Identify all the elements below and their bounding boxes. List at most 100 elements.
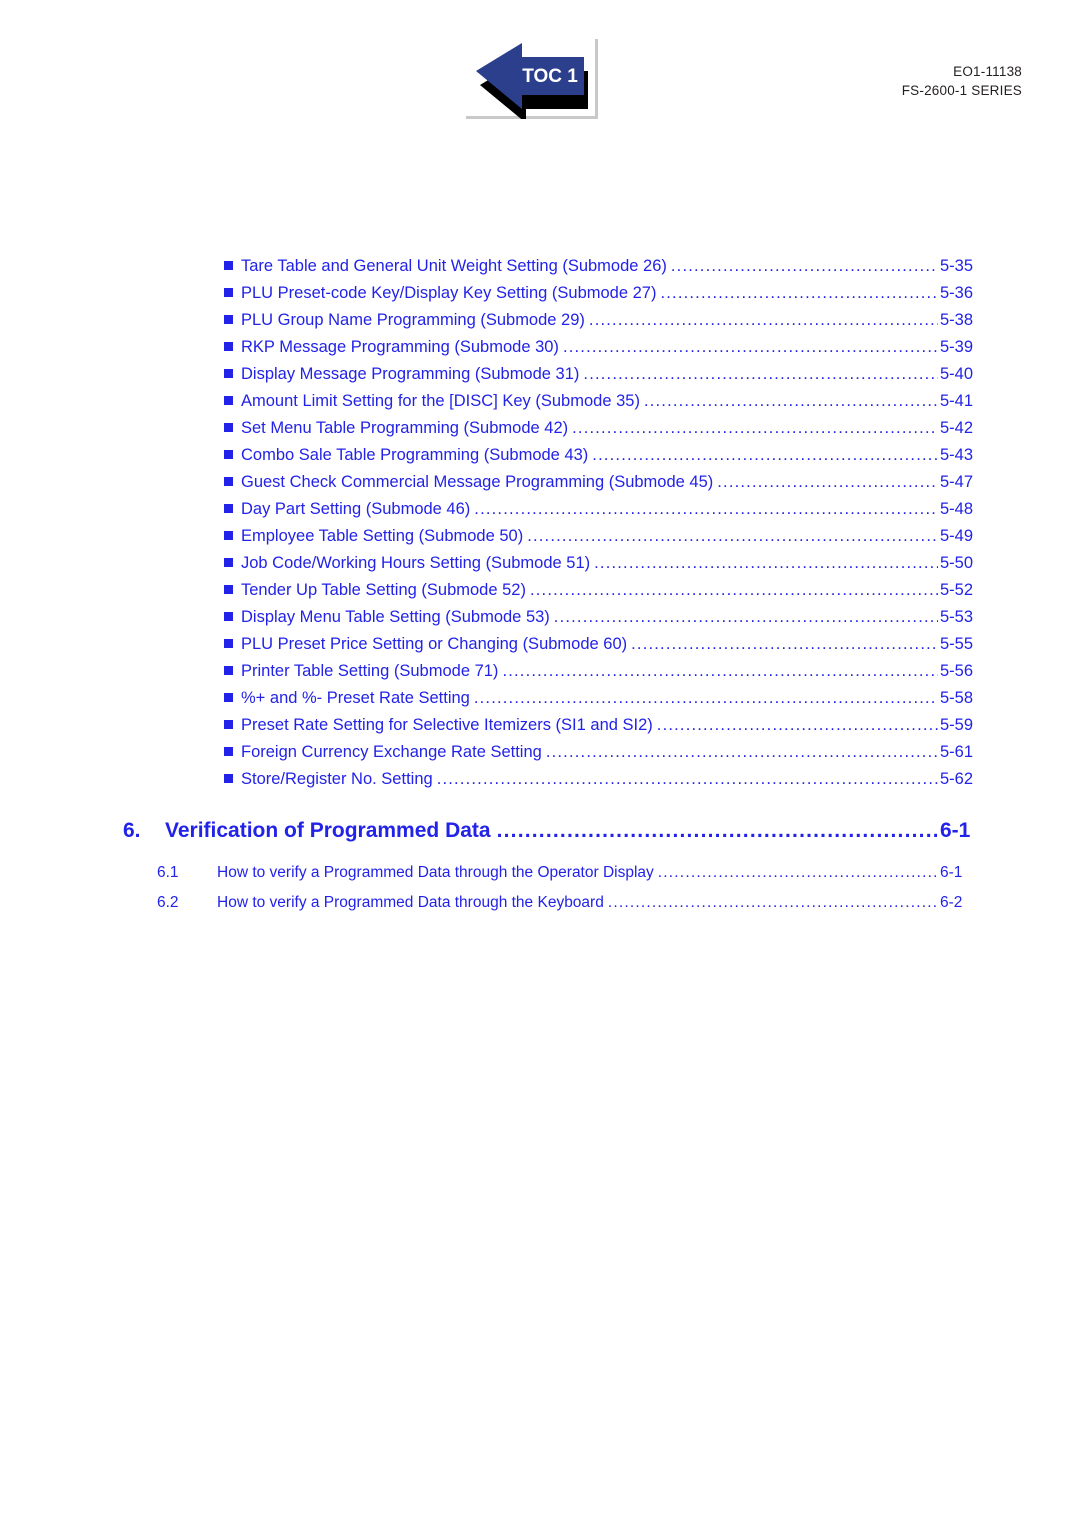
dot-leader [554, 605, 938, 630]
bullet-square-icon [224, 558, 233, 567]
document-header: EO1-11138 FS-2600-1 SERIES [902, 62, 1022, 100]
toc-entry-title: RKP Message Programming (Submode 30) [241, 338, 559, 356]
section-6-heading[interactable]: 6. Verification of Programmed Data 6-1 [0, 815, 1080, 849]
subsection-page: 6-1 [940, 864, 963, 881]
toc-entry-title: Set Menu Table Programming (Submode 42) [241, 419, 569, 437]
toc-entry-row: Tare Table and General Unit Weight Setti… [241, 254, 940, 281]
dot-leader [502, 659, 938, 684]
toc-entry[interactable]: Preset Rate Setting for Selective Itemiz… [0, 713, 1080, 740]
toc-entry-row: PLU Preset Price Setting or Changing (Su… [241, 632, 940, 659]
bullet-square-icon [224, 477, 233, 486]
subsection-number: 6.2 [157, 894, 179, 911]
bullet-square-icon [224, 612, 233, 621]
toc-entry-row: PLU Group Name Programming (Submode 29) [241, 308, 940, 335]
toc-entry-title: Printer Table Setting (Submode 71) [241, 662, 499, 680]
bullet-square-icon [224, 288, 233, 297]
toc-entry-page: 5-50 [940, 554, 974, 572]
toc-entry-page: 5-42 [940, 419, 974, 437]
toc-entry-row: Tender Up Table Setting (Submode 52) [241, 578, 940, 605]
toc-entry-title: PLU Preset Price Setting or Changing (Su… [241, 635, 628, 653]
toc-entry[interactable]: Tender Up Table Setting (Submode 52) 5-52 [0, 578, 1080, 605]
toc-entry-row: %+ and %- Preset Rate Setting [241, 686, 940, 713]
toc-entry-title: Job Code/Working Hours Setting (Submode … [241, 554, 591, 572]
toc-entry-title: PLU Preset-code Key/Display Key Setting … [241, 284, 657, 302]
toc-entry-title: Guest Check Commercial Message Programmi… [241, 473, 714, 491]
toc-entry-title: Display Menu Table Setting (Submode 53) [241, 608, 550, 626]
dot-leader [717, 470, 938, 495]
section-6-number: 6. [123, 819, 141, 842]
bullet-square-icon [224, 450, 233, 459]
dot-leader [592, 443, 938, 468]
dot-leader [474, 686, 938, 711]
bullet-square-icon [224, 369, 233, 378]
toc-entry-page: 5-58 [940, 689, 974, 707]
section-6-title: Verification of Programmed Data [165, 819, 491, 842]
toc-entry[interactable]: Job Code/Working Hours Setting (Submode … [0, 551, 1080, 578]
toc-entry-page: 5-59 [940, 716, 974, 734]
bullet-square-icon [224, 396, 233, 405]
dot-leader [589, 308, 938, 333]
toc-entry[interactable]: Tare Table and General Unit Weight Setti… [0, 254, 1080, 281]
toc-entry-row: Display Message Programming (Submode 31) [241, 362, 940, 389]
toc-entry[interactable]: Display Menu Table Setting (Submode 53) 5… [0, 605, 1080, 632]
toc-entry-row: Printer Table Setting (Submode 71) [241, 659, 940, 686]
dot-leader [608, 890, 938, 916]
toc-entry-title: Tare Table and General Unit Weight Setti… [241, 257, 667, 275]
subsection-row: How to verify a Programmed Data through … [217, 890, 940, 916]
toc-entry[interactable]: Display Message Programming (Submode 31)… [0, 362, 1080, 389]
toc-badge-label: TOC 1 [522, 66, 578, 87]
bullet-square-icon [224, 504, 233, 513]
bullet-square-icon [224, 774, 233, 783]
toc-entry-row: Guest Check Commercial Message Programmi… [241, 470, 940, 497]
toc-entry[interactable]: %+ and %- Preset Rate Setting 5-58 [0, 686, 1080, 713]
toc-badge[interactable]: TOC 1 [466, 39, 598, 119]
dot-leader [527, 524, 938, 549]
toc-entry-page: 5-40 [940, 365, 974, 383]
bullet-square-icon [224, 747, 233, 756]
toc-entry[interactable]: RKP Message Programming (Submode 30) 5-39 [0, 335, 1080, 362]
dot-leader [546, 740, 938, 765]
toc-entry-title: Tender Up Table Setting (Submode 52) [241, 581, 526, 599]
bullet-square-icon [224, 261, 233, 270]
toc-entry-page: 5-55 [940, 635, 974, 653]
dot-leader [572, 416, 938, 441]
toc-entry-row: Amount Limit Setting for the [DISC] Key … [241, 389, 940, 416]
toc-entry-row: Display Menu Table Setting (Submode 53) [241, 605, 940, 632]
toc-entry-row: Job Code/Working Hours Setting (Submode … [241, 551, 940, 578]
subsection-entry[interactable]: 6.1 How to verify a Programmed Data throu… [0, 860, 1080, 890]
toc-entry-page: 5-61 [940, 743, 974, 761]
toc-entry-title: %+ and %- Preset Rate Setting [241, 689, 470, 707]
subsection-row: How to verify a Programmed Data through … [217, 860, 940, 886]
dot-leader [563, 335, 938, 360]
toc-entry[interactable]: Set Menu Table Programming (Submode 42) 5… [0, 416, 1080, 443]
toc-entry-title: Store/Register No. Setting [241, 770, 433, 788]
toc-entry-title: Preset Rate Setting for Selective Itemiz… [241, 716, 653, 734]
toc-entry[interactable]: PLU Group Name Programming (Submode 29) 5… [0, 308, 1080, 335]
bullet-square-icon [224, 531, 233, 540]
section-6-row: Verification of Programmed Data [165, 815, 940, 847]
toc-entry-row: Combo Sale Table Programming (Submode 43… [241, 443, 940, 470]
toc-entry[interactable]: Employee Table Setting (Submode 50) 5-49 [0, 524, 1080, 551]
dot-leader [660, 281, 938, 306]
toc-entry[interactable]: PLU Preset Price Setting or Changing (Su… [0, 632, 1080, 659]
subsection-title: How to verify a Programmed Data through … [217, 864, 654, 881]
toc-entry[interactable]: Amount Limit Setting for the [DISC] Key … [0, 389, 1080, 416]
toc-entry-page: 5-62 [940, 770, 974, 788]
subsection-entry[interactable]: 6.2 How to verify a Programmed Data throu… [0, 890, 1080, 920]
dot-leader [671, 254, 938, 279]
toc-entry[interactable]: PLU Preset-code Key/Display Key Setting … [0, 281, 1080, 308]
toc-entry[interactable]: Printer Table Setting (Submode 71) 5-56 [0, 659, 1080, 686]
toc-entry-row: Day Part Setting (Submode 46) [241, 497, 940, 524]
toc-entry[interactable]: Day Part Setting (Submode 46) 5-48 [0, 497, 1080, 524]
dot-leader [657, 713, 938, 738]
bullet-square-icon [224, 423, 233, 432]
toc-entry-page: 5-53 [940, 608, 974, 626]
bullet-square-icon [224, 342, 233, 351]
dot-leader [658, 860, 938, 886]
document-series: FS-2600-1 SERIES [901, 83, 1022, 98]
toc-entry[interactable]: Store/Register No. Setting 5-62 [0, 767, 1080, 794]
toc-entry[interactable]: Foreign Currency Exchange Rate Setting 5-… [0, 740, 1080, 767]
toc-entry[interactable]: Combo Sale Table Programming (Submode 43… [0, 443, 1080, 470]
toc-entry[interactable]: Guest Check Commercial Message Programmi… [0, 470, 1080, 497]
toc-page: EO1-11138 FS-2600-1 SERIES TOC 1 Tare Ta… [0, 0, 1080, 1528]
